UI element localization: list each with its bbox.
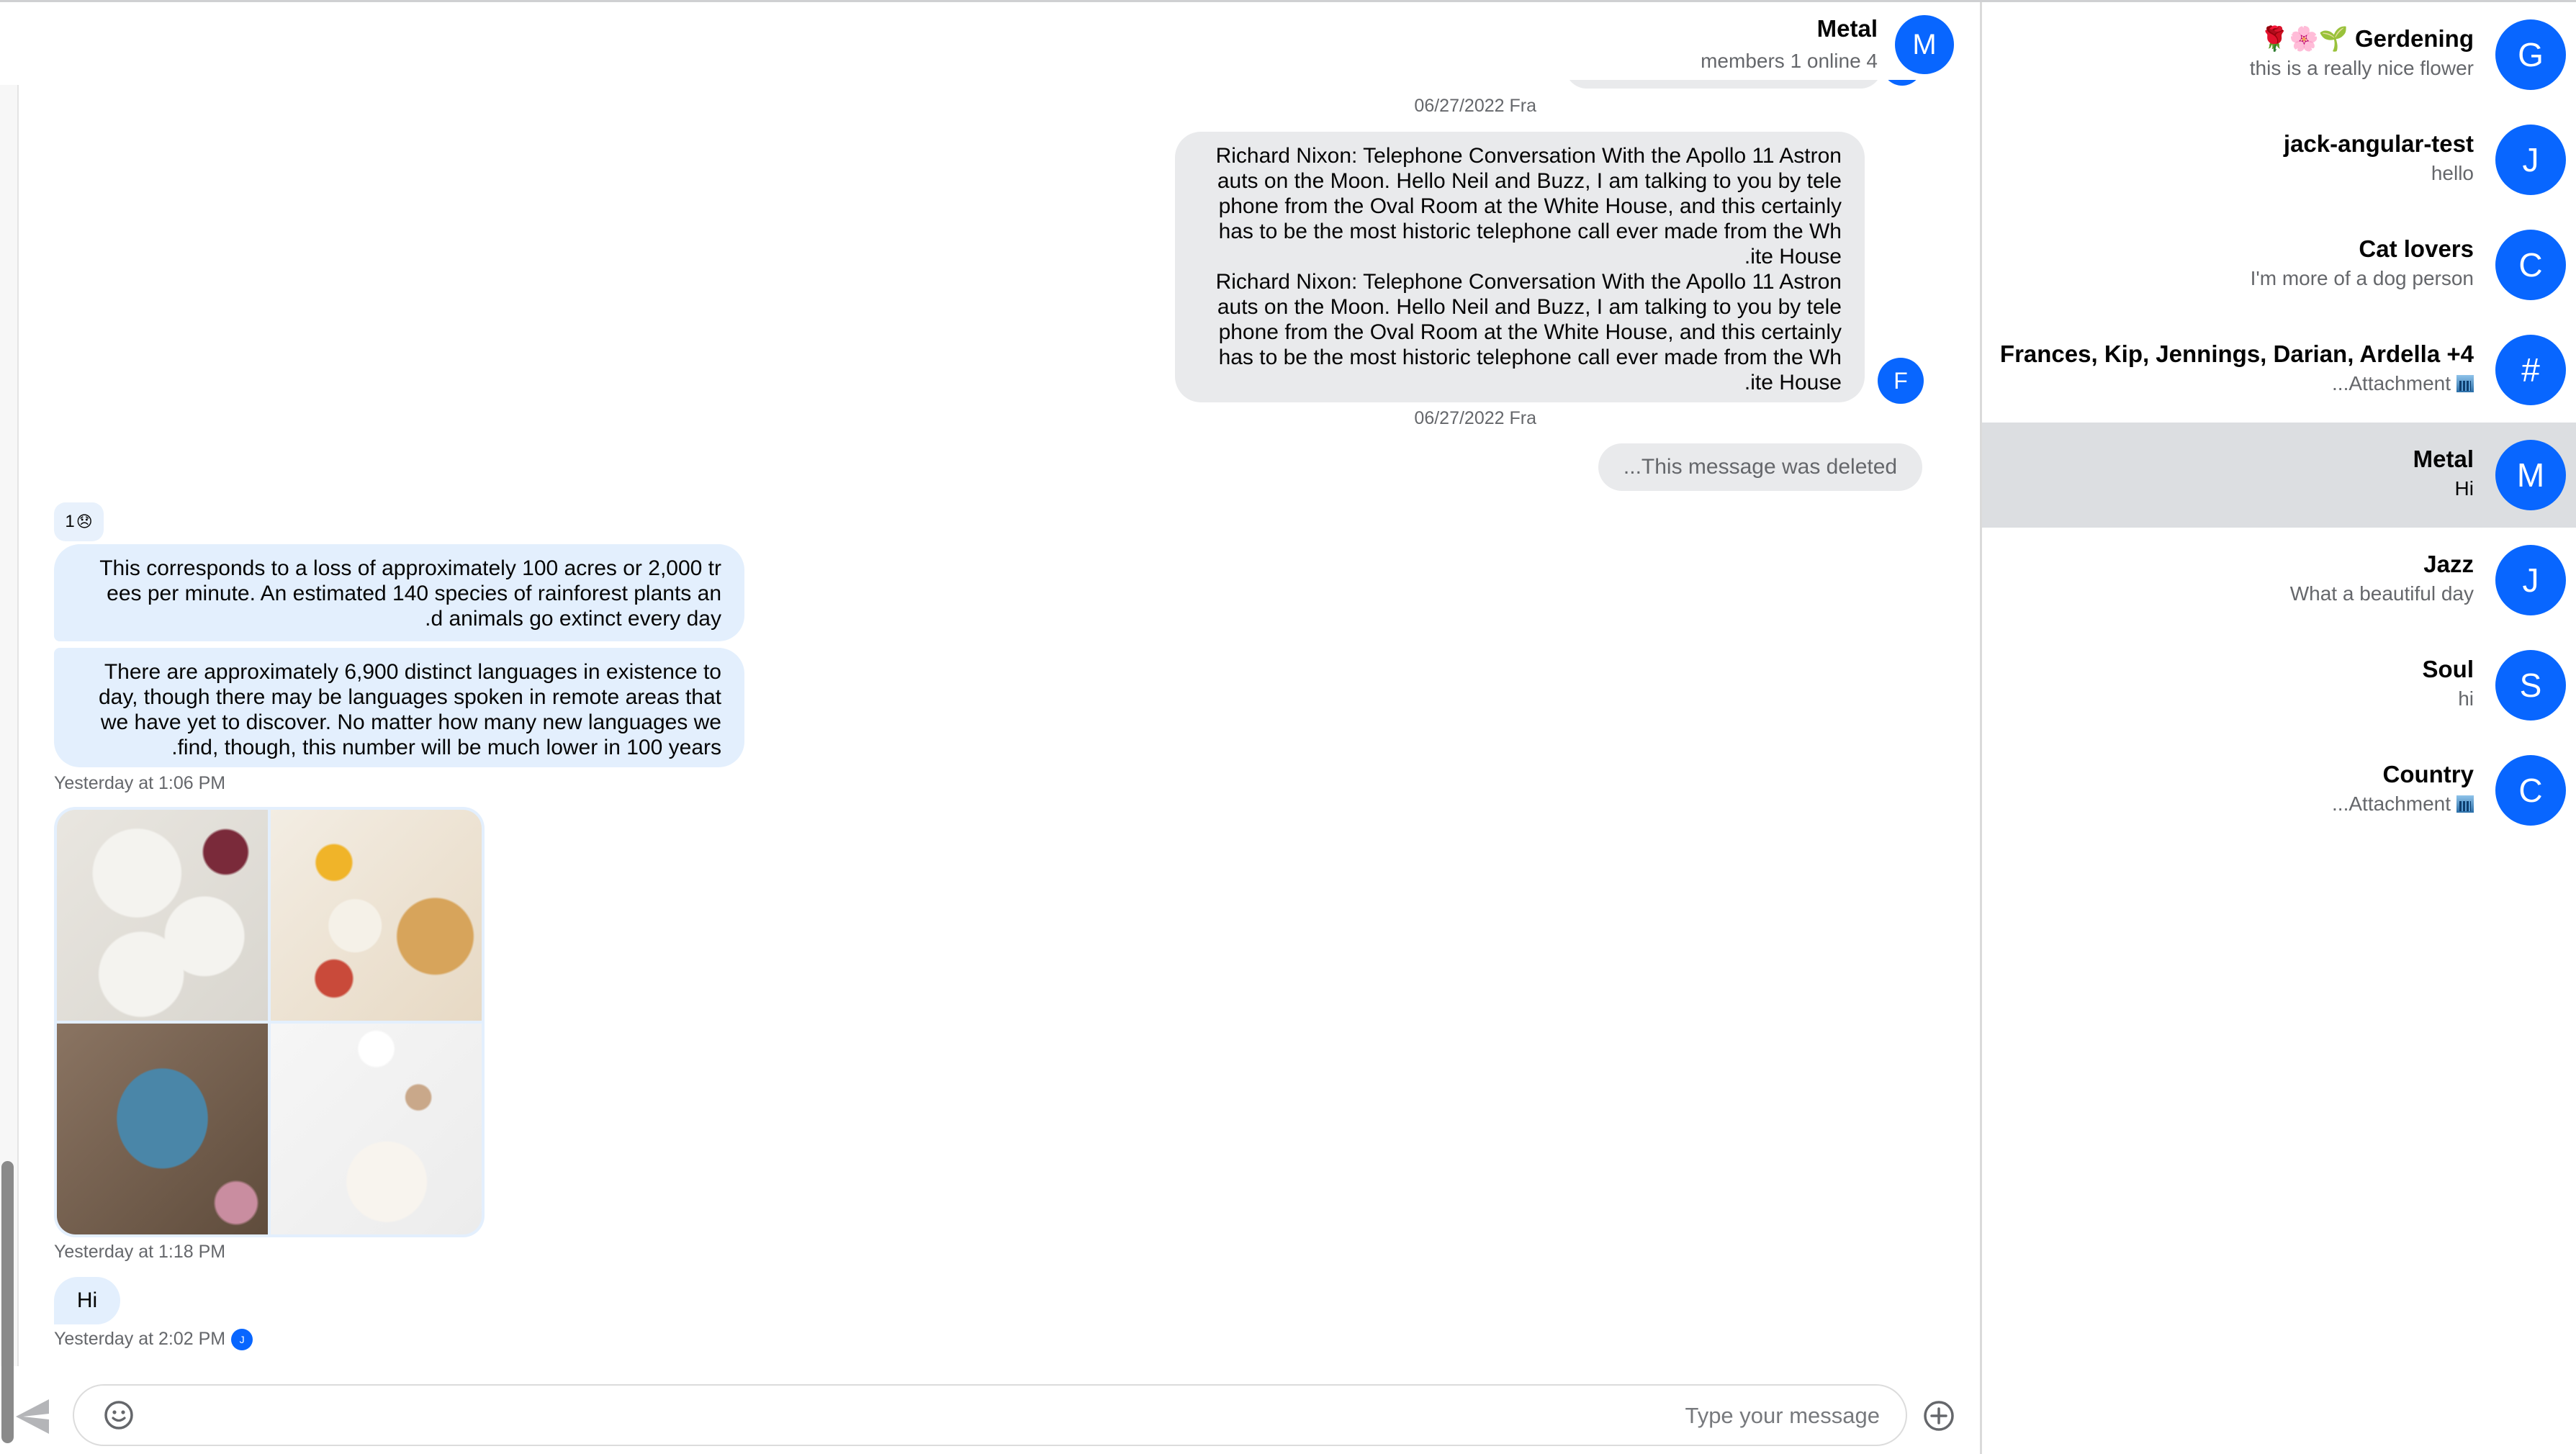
message-text: Richard Nixon: Telephone Conversation Wi… xyxy=(1198,143,1842,395)
message-line: Richard Nixon: Telephone Conversation Wi… xyxy=(1215,270,1842,294)
seen-by-avatar: J xyxy=(231,1329,253,1351)
conversation-last-message: ...Attachment xyxy=(2332,372,2474,395)
last-message-text: I'm more of a dog person xyxy=(2250,267,2474,289)
conversation-avatar: C xyxy=(2495,755,2566,826)
conversation-avatar: # xyxy=(2495,335,2566,405)
conversation-item[interactable]: Frances, Kip, Jennings, Darian, Ardella … xyxy=(1982,317,2576,423)
chat-scrollbar-thumb[interactable] xyxy=(1,1161,14,1443)
conversation-item[interactable]: Soul hi S xyxy=(1982,633,2576,738)
conversation-last-message: this is a really nice flower xyxy=(2250,57,2474,80)
message-line: day, though there may be languages spoke… xyxy=(98,685,721,709)
conversation-item[interactable]: Jazz What a beautiful day J xyxy=(1982,528,2576,633)
last-message-text: ...Attachment xyxy=(2332,372,2451,394)
image-attachment-icon xyxy=(2456,795,2474,813)
chat-scrollbar-track[interactable] xyxy=(0,85,19,1443)
send-icon[interactable] xyxy=(14,1396,58,1437)
conversation-avatar: J xyxy=(2495,125,2566,195)
conversation-name: Jazz xyxy=(2423,551,2474,577)
smiley-icon[interactable] xyxy=(103,1399,135,1431)
chat-panel: Metal members 1 online 4 M 06/27/2022 Fr… xyxy=(19,2,1980,1370)
conversation-last-message: What a beautiful day xyxy=(2290,582,2474,605)
chat-member-status: members 1 online 4 xyxy=(1701,50,1878,72)
conversation-avatar: S xyxy=(2495,650,2566,721)
image-thumbnail[interactable] xyxy=(271,810,482,1021)
last-message-text: What a beautiful day xyxy=(2289,582,2474,605)
reaction-badge[interactable]: 1 😞 xyxy=(54,502,104,541)
disappointed-face-icon: 😞 xyxy=(76,512,93,530)
conversation-item[interactable]: Metal Hi M xyxy=(1982,423,2576,528)
message-line: has to be the most historic telephone ca… xyxy=(1218,346,1842,369)
conversation-name: Country xyxy=(2382,761,2474,787)
message-timestamp: Yesterday at 1:18 PM xyxy=(54,1242,226,1262)
message-line: .ite House xyxy=(1744,245,1842,268)
message-line: ees per minute. An estimated 140 species… xyxy=(107,582,721,605)
conversation-avatar: J xyxy=(2495,545,2566,615)
sender-avatar[interactable]: F xyxy=(1878,358,1924,404)
message-timestamp: Yesterday at 2:02 PM xyxy=(54,1329,226,1349)
conversation-list: 🌹🌸🌱 Gerdening this is a really nice flowe… xyxy=(1980,2,2576,1454)
plus-circle-icon[interactable] xyxy=(1922,1399,1955,1432)
message-composer xyxy=(73,1384,1907,1446)
last-message-text: hello xyxy=(2431,162,2474,184)
image-attachment-grid[interactable] xyxy=(54,807,485,1237)
conversation-name: Frances, Kip, Jennings, Darian, Ardella … xyxy=(1999,340,2474,367)
message-text: This corresponds to a loss of approximat… xyxy=(77,556,721,631)
message-line: phone from the Oval Room at the White Ho… xyxy=(1218,320,1842,344)
reaction-count: 1 xyxy=(65,512,75,531)
conversation-item[interactable]: 🌹🌸🌱 Gerdening this is a really nice flowe… xyxy=(1982,2,2576,107)
conversation-item[interactable]: Country ...Attachment C xyxy=(1982,738,2576,843)
conversation-name: Soul xyxy=(2422,656,2474,682)
message-input[interactable] xyxy=(153,1393,1881,1439)
conversation-name: jack-angular-test xyxy=(2283,130,2474,157)
conversation-name: 🌹🌸🌱 Gerdening xyxy=(2259,25,2474,52)
last-message-text: ...Attachment xyxy=(2332,793,2451,815)
conversation-last-message: ...Attachment xyxy=(2332,793,2474,816)
message-timestamp: 06/27/2022 Fra xyxy=(1414,96,1536,116)
last-message-text: Hi xyxy=(2454,477,2474,500)
message-line: There are approximately 6,900 distinct l… xyxy=(104,660,721,684)
image-attachment-icon xyxy=(2456,375,2474,392)
image-thumbnail[interactable] xyxy=(57,1024,268,1234)
chat-header: Metal members 1 online 4 M xyxy=(1404,2,1980,80)
conversation-last-message: I'm more of a dog person xyxy=(2251,267,2474,290)
image-thumbnail[interactable] xyxy=(271,1024,482,1234)
message-line: has to be the most historic telephone ca… xyxy=(1218,220,1842,243)
conversation-last-message: hello xyxy=(2431,162,2474,185)
message-line: auts on the Moon. Hello Neil and Buzz, I… xyxy=(1217,295,1842,319)
incoming-message-bubble[interactable]: Hi xyxy=(54,1277,120,1324)
conversation-item[interactable]: Cat lovers I'm more of a dog person C xyxy=(1982,212,2576,317)
message-line: This corresponds to a loss of approximat… xyxy=(99,556,721,580)
conversation-avatar: C xyxy=(2495,230,2566,300)
message-line: .d animals go extinct every day xyxy=(425,607,721,631)
last-message-text: this is a really nice flower xyxy=(2249,57,2474,79)
conversation-avatar: G xyxy=(2495,19,2566,90)
message-timestamp: Yesterday at 1:06 PM xyxy=(54,773,226,793)
incoming-message-bubble[interactable]: This corresponds to a loss of approximat… xyxy=(54,544,744,641)
message-line: phone from the Oval Room at the White Ho… xyxy=(1218,194,1842,218)
last-message-text: hi xyxy=(2458,687,2474,710)
conversation-item[interactable]: jack-angular-test hello J xyxy=(1982,107,2576,212)
conversation-name: Metal xyxy=(2413,446,2474,472)
conversation-last-message: Hi xyxy=(2455,477,2474,500)
conversation-name: Cat lovers xyxy=(2359,235,2474,262)
conversation-avatar: M xyxy=(2495,440,2566,510)
incoming-message-bubble[interactable]: There are approximately 6,900 distinct l… xyxy=(54,648,744,767)
chat-title: Metal xyxy=(1816,15,1878,42)
message-line: we have yet to discover. No matter how m… xyxy=(100,710,721,734)
message-line: Richard Nixon: Telephone Conversation Wi… xyxy=(1215,144,1842,168)
message-line: .ite House xyxy=(1744,371,1842,394)
chat-avatar[interactable]: M xyxy=(1895,15,1954,74)
deleted-message-bubble: ...This message was deleted xyxy=(1598,443,1922,491)
outgoing-message-bubble[interactable]: Richard Nixon: Telephone Conversation Wi… xyxy=(1175,132,1865,402)
message-text: There are approximately 6,900 distinct l… xyxy=(77,659,721,760)
conversation-last-message: hi xyxy=(2458,687,2474,710)
message-timestamp-row: Yesterday at 2:02 PM J xyxy=(54,1329,253,1351)
image-thumbnail[interactable] xyxy=(57,810,268,1021)
message-line: auts on the Moon. Hello Neil and Buzz, I… xyxy=(1217,169,1842,193)
message-timestamp: 06/27/2022 Fra xyxy=(1414,408,1536,428)
message-line: .find, though, this number will be much … xyxy=(171,736,721,759)
